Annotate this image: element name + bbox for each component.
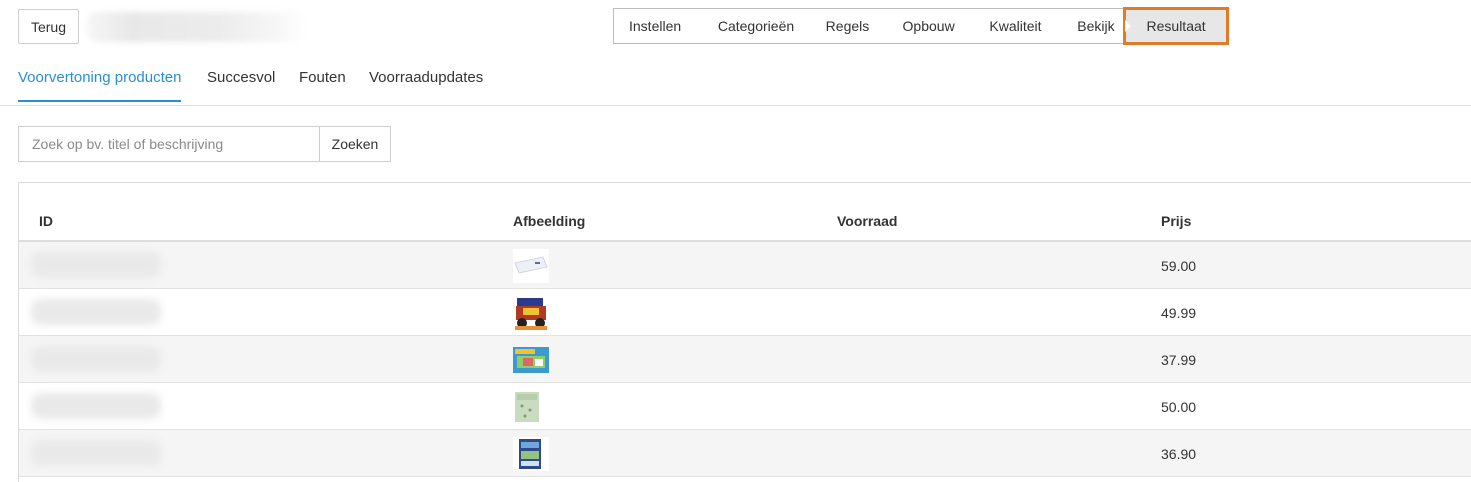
price-cell: 50.00 — [1161, 399, 1197, 415]
product-thumbnail-playset-box-icon — [513, 347, 549, 373]
wizard-step-categorieen[interactable]: Categorieën — [716, 9, 826, 43]
tab-product-preview[interactable]: Voorvertoning producten — [18, 69, 182, 102]
price-cell: 36.90 — [1161, 446, 1197, 462]
column-header-stock[interactable]: Voorraad — [837, 213, 897, 229]
search-input[interactable] — [18, 126, 319, 162]
column-header-id[interactable]: ID — [39, 213, 53, 229]
tab-successful[interactable]: Succesvol — [207, 69, 275, 100]
step-arrow-icon — [1125, 20, 1132, 32]
wizard-step-instellen[interactable]: Instellen — [614, 9, 716, 43]
result-tabs: Voorvertoning producten Succesvol Fouten… — [0, 56, 1471, 106]
blurred-product-id — [31, 393, 161, 419]
blurred-feed-title — [86, 12, 308, 42]
blurred-product-id — [31, 299, 161, 325]
price-cell: 49.99 — [1161, 305, 1197, 321]
wizard-step-resultaat-label: Resultaat — [1146, 18, 1206, 34]
price-cell: 59.00 — [1161, 258, 1197, 274]
blurred-product-id — [31, 346, 161, 372]
tab-errors[interactable]: Fouten — [299, 69, 346, 100]
blurred-product-id — [31, 252, 161, 278]
wizard-step-resultaat[interactable]: Resultaat — [1123, 7, 1230, 45]
table-row[interactable]: 59.00 — [19, 242, 1471, 289]
table-row[interactable]: 50.00 — [19, 383, 1471, 430]
tab-stock-updates[interactable]: Voorraadupdates — [369, 69, 483, 100]
table-row[interactable]: 36.90 — [19, 430, 1471, 477]
wizard-step-kwaliteit[interactable]: Kwaliteit — [989, 9, 1077, 43]
search-bar: Zoeken — [18, 126, 391, 162]
column-header-image[interactable]: Afbeelding — [513, 213, 585, 229]
price-cell: 37.99 — [1161, 352, 1197, 368]
products-table: ID Afbeelding Voorraad Prijs 59.00 49.99 — [18, 182, 1471, 482]
top-bar: Terug Instellen Categorieën Regels Opbou… — [0, 0, 1471, 56]
column-header-price[interactable]: Prijs — [1161, 213, 1191, 229]
blurred-product-id — [31, 440, 161, 466]
product-thumbnail-building-box-icon — [513, 437, 549, 471]
table-row[interactable]: 49.99 — [19, 289, 1471, 336]
wizard-step-opbouw[interactable]: Opbouw — [903, 9, 990, 43]
wizard-steps: Instellen Categorieën Regels Opbouw Kwal… — [613, 7, 1230, 45]
wizard-step-bekijk[interactable]: Bekijk — [1077, 9, 1125, 43]
product-thumbnail-white-box-icon — [513, 249, 549, 283]
wizard-step-regels[interactable]: Regels — [826, 9, 903, 43]
table-header: ID Afbeelding Voorraad Prijs — [19, 183, 1471, 242]
back-button[interactable]: Terug — [18, 9, 79, 44]
product-thumbnail-bedding-icon — [513, 390, 549, 424]
table-row[interactable]: 37.99 — [19, 336, 1471, 383]
product-thumbnail-toy-car-icon — [513, 296, 549, 330]
search-button[interactable]: Zoeken — [319, 126, 391, 162]
